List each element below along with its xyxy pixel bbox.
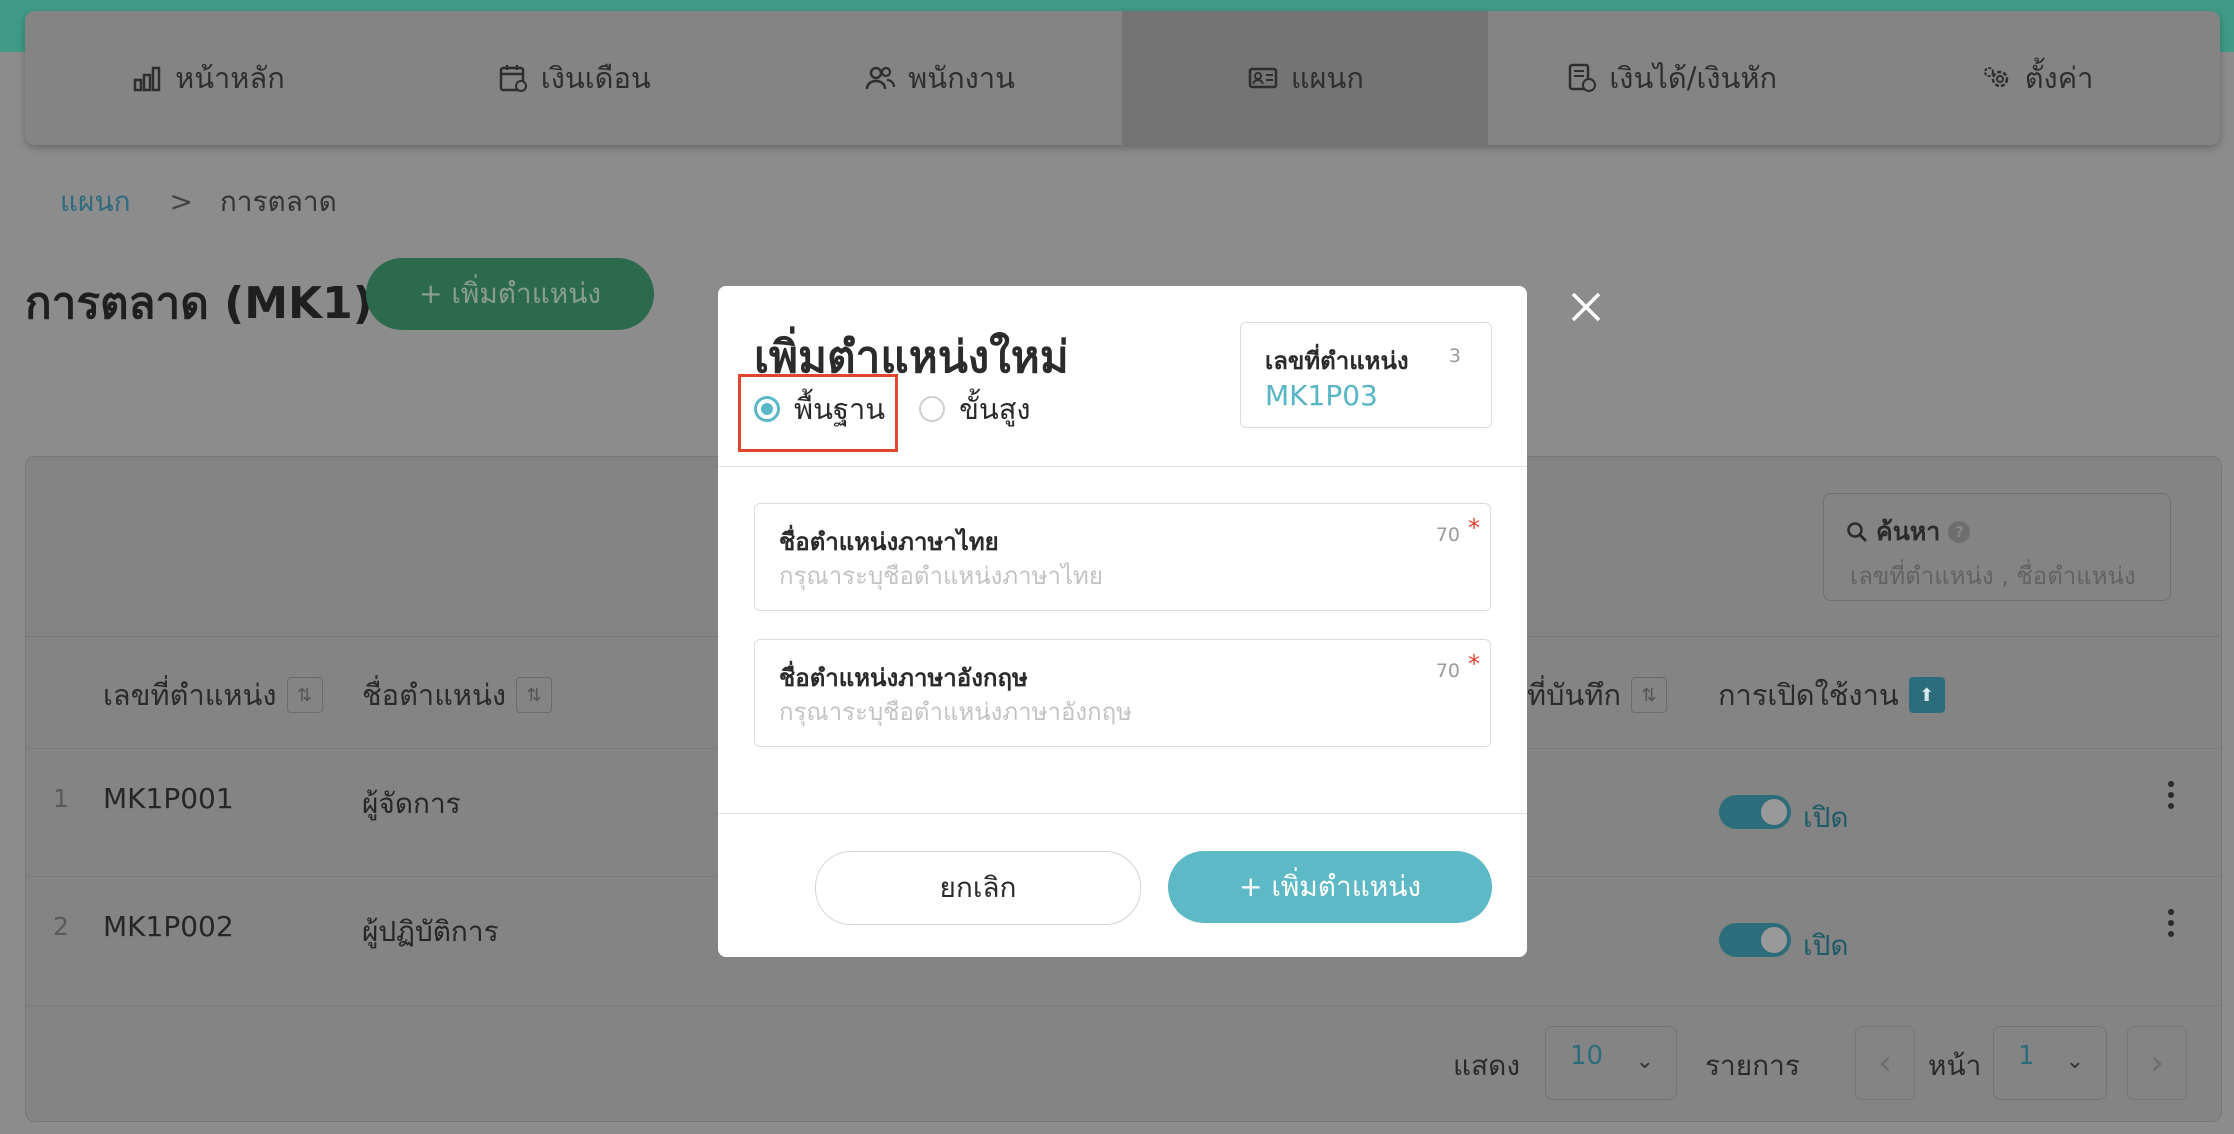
required-mark: * — [1468, 514, 1480, 542]
confirm-add-position-button[interactable]: + เพิ่มตำแหน่ง — [1168, 851, 1492, 923]
search-label: ค้นหา — [1876, 517, 1941, 546]
nav-item-label: หน้าหลัก — [175, 61, 285, 95]
page-title: การตลาด (MK1) — [25, 278, 373, 329]
show-label: แสดง — [1453, 1049, 1520, 1082]
nav-item-label: ตั้งค่า — [2024, 61, 2094, 95]
help-icon[interactable]: ? — [1948, 521, 1971, 543]
cancel-button[interactable]: ยกเลิก — [815, 851, 1141, 925]
nav-item-home[interactable]: หน้าหลัก — [25, 11, 391, 145]
radio-basic[interactable]: พื้นฐาน — [754, 386, 885, 432]
position-number-field: เลขที่ตำแหน่ง 3 MK1P03 — [1240, 322, 1492, 428]
radio-advanced[interactable]: ขั้นสูง — [919, 386, 1031, 432]
radio-checked-icon[interactable] — [754, 396, 780, 422]
calendar-money-icon — [499, 65, 527, 92]
header-enabled: การเปิดใช้งาน ⬆ — [1718, 672, 1945, 718]
next-page-button[interactable]: › — [2127, 1026, 2187, 1100]
page-label: หน้า — [1928, 1049, 1982, 1082]
page-size-select[interactable]: 10 ⌄ — [1545, 1026, 1677, 1100]
breadcrumb-parent[interactable]: แผนก — [60, 185, 131, 218]
required-mark: * — [1468, 650, 1480, 678]
nav-item-department[interactable]: แผนก — [1122, 11, 1489, 145]
nav-item-label: เงินได้/เงินหัก — [1609, 61, 1778, 95]
nav-item-settings[interactable]: ตั้งค่า — [1854, 11, 2220, 145]
items-label: รายการ — [1705, 1049, 1800, 1082]
divider — [26, 1005, 2220, 1006]
cell-position-name: ผู้จัดการ — [362, 787, 461, 820]
search-placeholder: เลขที่ตำแหน่ง , ชื่อตำแหน่ง — [1850, 562, 2136, 590]
cell-position-name: ผู้ปฏิบัติการ — [362, 915, 499, 948]
english-name-field[interactable]: ชื่อตำแหน่งภาษาอังกฤษ 70 * — [754, 639, 1491, 747]
bar-chart-icon — [133, 66, 161, 92]
nav-item-label: เงินเดือน — [540, 61, 651, 95]
sort-icon[interactable]: ⇅ — [286, 677, 323, 713]
search-icon — [1847, 522, 1867, 542]
header-saved-date: ที่บันทึก ⇅ — [1527, 672, 1668, 718]
thai-name-field[interactable]: ชื่อตำแหน่งภาษาไทย 70 * — [754, 503, 1491, 611]
char-count: 70 — [1435, 524, 1460, 546]
cell-position-no: MK1P001 — [103, 782, 234, 815]
breadcrumb: แผนก > การตลาด — [60, 180, 337, 224]
sort-icon[interactable]: ⇅ — [1631, 677, 1668, 713]
nav-item-label: แผนก — [1290, 61, 1364, 95]
row-menu-icon[interactable] — [2168, 781, 2176, 809]
search-field[interactable]: ค้นหา ? เลขที่ตำแหน่ง , ชื่อตำแหน่ง — [1823, 493, 2171, 601]
breadcrumb-current: การตลาด — [219, 185, 337, 218]
main-nav: หน้าหลัก เงินเดือน พนักงาน แผนก เงินได้/… — [25, 11, 2220, 145]
cell-position-no: MK1P002 — [103, 910, 234, 943]
id-card-icon — [1248, 67, 1278, 89]
page-select[interactable]: 1 ⌄ — [1993, 1026, 2107, 1100]
row-menu-icon[interactable] — [2168, 909, 2176, 937]
position-type-radio-group: พื้นฐาน ขั้นสูง — [754, 386, 1031, 432]
enable-toggle[interactable] — [1719, 795, 1791, 829]
nav-item-salary[interactable]: เงินเดือน — [391, 11, 757, 145]
thai-name-input[interactable] — [779, 562, 1419, 590]
sort-up-icon[interactable]: ⬆ — [1908, 677, 1945, 713]
english-name-input[interactable] — [779, 698, 1419, 726]
users-icon — [865, 66, 896, 90]
divider — [718, 813, 1527, 814]
char-count: 70 — [1435, 660, 1460, 682]
divider — [718, 466, 1527, 467]
radio-unchecked-icon[interactable] — [919, 396, 946, 422]
row-index: 1 — [53, 784, 69, 813]
gears-icon — [1983, 67, 2008, 88]
toggle-label: เปิด — [1803, 801, 1849, 834]
add-position-modal: เพิ่มตำแหน่งใหม่ พื้นฐาน ขั้นสูง เลขที่ต… — [718, 286, 1527, 957]
header-position-name: ชื่อตำแหน่ง ⇅ — [362, 672, 553, 718]
nav-item-label: พนักงาน — [908, 61, 1015, 95]
position-number-value: MK1P03 — [1265, 379, 1378, 412]
add-position-button[interactable]: + เพิ่มตำแหน่ง — [366, 258, 654, 330]
sort-icon[interactable]: ⇅ — [516, 677, 553, 713]
prev-page-button[interactable]: ‹ — [1855, 1026, 1915, 1100]
nav-item-income-deduction[interactable]: เงินได้/เงินหัก — [1488, 11, 1854, 145]
chevron-down-icon: ⌄ — [1635, 1049, 1654, 1074]
chevron-down-icon: ⌄ — [2065, 1049, 2084, 1074]
nav-item-employees[interactable]: พนักงาน — [757, 11, 1123, 145]
enable-toggle[interactable] — [1719, 923, 1791, 957]
row-index: 2 — [53, 912, 69, 941]
header-position-no: เลขที่ตำแหน่ง ⇅ — [103, 672, 323, 718]
toggle-label: เปิด — [1803, 929, 1849, 962]
document-money-icon — [1569, 63, 1597, 92]
char-count: 3 — [1448, 345, 1461, 367]
close-icon[interactable] — [1565, 286, 1607, 328]
breadcrumb-separator: > — [169, 185, 193, 218]
